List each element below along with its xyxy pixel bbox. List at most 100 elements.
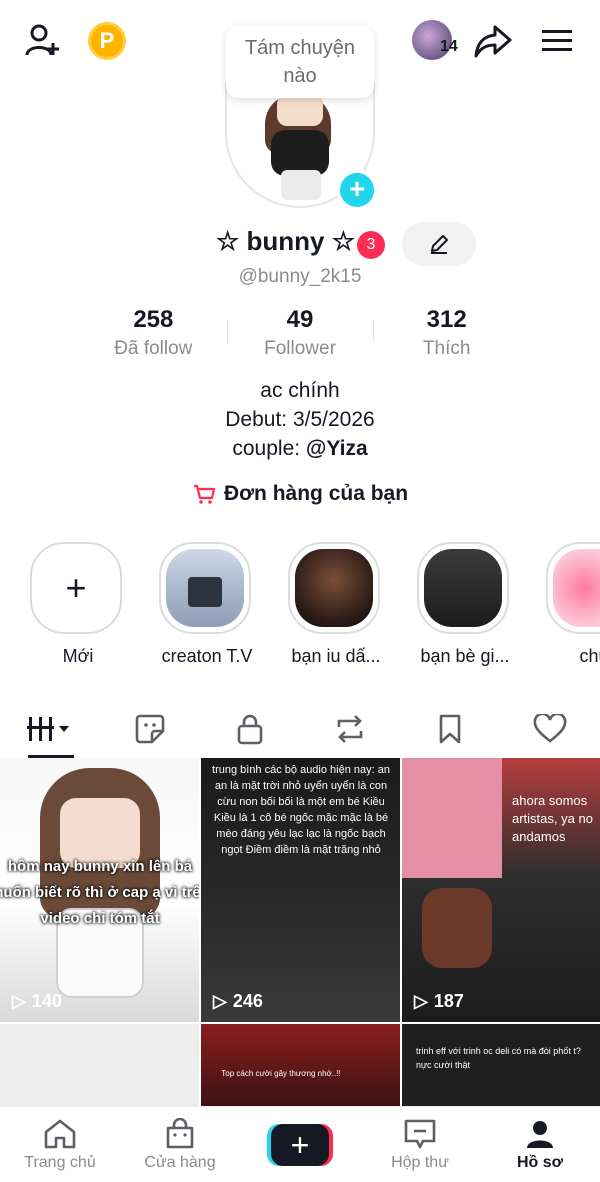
tab-videos[interactable] <box>0 700 100 758</box>
add-friend-button[interactable] <box>22 20 64 62</box>
video-caption: trung bình các bộ audio hiện nay: an an … <box>212 764 390 856</box>
video-caption: trinh eff với trinh oc deli có mà đòi ph… <box>416 1046 581 1070</box>
video-caption: hôm nay bunny xin lên bả muốn biết rõ th… <box>0 858 199 927</box>
share-arrow-icon <box>474 25 512 58</box>
sticker-icon <box>135 714 165 744</box>
highlight-thumbnail <box>553 549 600 627</box>
tab-reposts[interactable] <box>300 700 400 758</box>
highlight-thumbnail <box>295 549 373 627</box>
nav-profile[interactable]: Hồ sơ <box>480 1107 600 1182</box>
highlight-new-circle: + <box>30 542 122 634</box>
likes-stat[interactable]: 312 Thích <box>373 306 520 362</box>
highlight-item[interactable]: bạn iu dấ... <box>288 542 384 667</box>
highlight-circle <box>159 542 251 634</box>
video-grid-icon <box>27 717 69 741</box>
highlight-item[interactable]: creaton T.V <box>159 542 255 667</box>
video-tile[interactable]: trinh eff với trinh oc deli có mà đòi ph… <box>402 1024 600 1106</box>
profile-avatar-wrap: + <box>225 82 377 210</box>
orders-link[interactable]: Đơn hàng của bạn <box>0 482 600 506</box>
shopping-bag-icon <box>166 1117 194 1148</box>
points-coin-button[interactable]: P <box>88 22 126 60</box>
followers-count: 49 <box>286 306 314 333</box>
following-stat[interactable]: 258 Đã follow <box>80 306 227 362</box>
couple-mention-link[interactable]: @Yiza <box>306 437 368 460</box>
points-icon: P <box>99 28 115 53</box>
video-caption: Top cách cười gây thương nhớ..!! <box>221 1069 341 1078</box>
bio-line-2: Debut: 3/5/2026 <box>225 408 375 431</box>
highlight-thumbnail <box>166 549 244 627</box>
profile-bio: ac chính Debut: 3/5/2026 couple: @Yiza <box>0 376 600 463</box>
display-name: ☆ bunny ☆ <box>216 226 356 256</box>
bookmark-icon <box>439 714 461 744</box>
video-tile[interactable] <box>0 1024 199 1106</box>
create-button[interactable]: + <box>267 1123 333 1166</box>
video-tile[interactable]: trung bình các bộ audio hiện nay: an an … <box>201 758 400 1022</box>
add-story-button[interactable]: + <box>337 170 377 210</box>
profile-person-icon <box>527 1120 553 1148</box>
home-icon <box>44 1119 76 1148</box>
tab-private[interactable] <box>200 700 300 758</box>
followers-label: Follower <box>264 338 336 359</box>
likes-label: Thích <box>422 338 471 359</box>
inbox-message-icon <box>404 1119 436 1148</box>
video-view-count: ▷ 140 <box>12 991 62 1012</box>
nav-profile-label: Hồ sơ <box>516 1153 564 1171</box>
video-tile[interactable]: ahora somos artistas, ya no andamos ▷ 187 <box>402 758 600 1022</box>
tab-liked[interactable] <box>500 700 600 758</box>
highlight-item[interactable]: chu <box>546 542 600 667</box>
profile-stats: 258 Đã follow 49 Follower 312 Thích <box>80 306 520 362</box>
video-view-count: ▷ 187 <box>414 991 464 1012</box>
content-tabs <box>0 700 600 758</box>
plus-icon: + <box>348 173 366 204</box>
play-icon: ▷ <box>213 991 227 1011</box>
tab-favorites[interactable] <box>400 700 500 758</box>
plus-icon: + <box>271 1123 329 1166</box>
following-label: Đã follow <box>114 338 193 359</box>
following-count: 258 <box>133 306 174 333</box>
video-caption: ahora somos artistas, ya no andamos <box>512 793 593 844</box>
plus-icon: + <box>65 567 87 608</box>
orders-label: Đơn hàng của bạn <box>223 482 409 505</box>
likes-count: 312 <box>426 306 467 333</box>
notification-badge[interactable]: 3 <box>357 231 385 259</box>
username-handle: @bunny_2k15 <box>238 266 362 287</box>
nav-home-label: Trang chủ <box>24 1153 96 1171</box>
highlight-item[interactable]: bạn bè gi... <box>417 542 513 667</box>
nav-inbox[interactable]: Hộp thư <box>360 1107 480 1182</box>
tab-stickers[interactable] <box>100 700 200 758</box>
bio-couple-label: couple: <box>232 437 306 460</box>
nav-create[interactable]: + <box>240 1107 360 1182</box>
highlight-new[interactable]: + Mới <box>30 542 126 667</box>
menu-button[interactable] <box>536 20 578 62</box>
nav-shop-label: Cửa hàng <box>144 1153 216 1171</box>
highlight-circle <box>288 542 380 634</box>
add-user-icon <box>25 24 59 56</box>
video-tile[interactable]: Top cách cười gây thương nhớ..!! <box>201 1024 400 1106</box>
highlight-circle <box>417 542 509 634</box>
video-view-count: ▷ 246 <box>213 991 263 1012</box>
video-tile[interactable]: hôm nay bunny xin lên bả muốn biết rõ th… <box>0 758 199 1022</box>
play-icon: ▷ <box>12 991 26 1011</box>
highlight-label: Mới <box>62 646 94 666</box>
nav-shop[interactable]: Cửa hàng <box>120 1107 240 1182</box>
followers-stat[interactable]: 49 Follower <box>226 306 374 362</box>
hamburger-menu-icon <box>542 30 572 51</box>
video-view-count-value: 187 <box>433 991 464 1011</box>
highlight-circle <box>546 542 600 634</box>
name-row: ☆ bunny ☆ 3 <box>0 222 600 266</box>
highlight-label: chu <box>579 646 600 666</box>
highlight-label: bạn iu dấ... <box>291 646 381 666</box>
highlight-label: bạn bè gi... <box>420 646 510 666</box>
nav-inbox-label: Hộp thư <box>391 1153 449 1171</box>
repost-icon <box>337 715 363 743</box>
video-view-count-value: 140 <box>31 991 62 1011</box>
nav-home[interactable]: Trang chủ <box>0 1107 120 1182</box>
chat-bubble[interactable]: Tám chuyện nào <box>226 26 374 98</box>
bio-line-3: couple: @Yiza <box>0 434 600 463</box>
play-icon: ▷ <box>414 991 428 1011</box>
heart-icon <box>533 714 567 743</box>
edit-profile-button[interactable] <box>402 222 476 266</box>
pencil-icon <box>431 235 448 254</box>
video-grid: hôm nay bunny xin lên bả muốn biết rõ th… <box>0 758 600 1106</box>
share-profile-button[interactable] <box>472 20 514 62</box>
